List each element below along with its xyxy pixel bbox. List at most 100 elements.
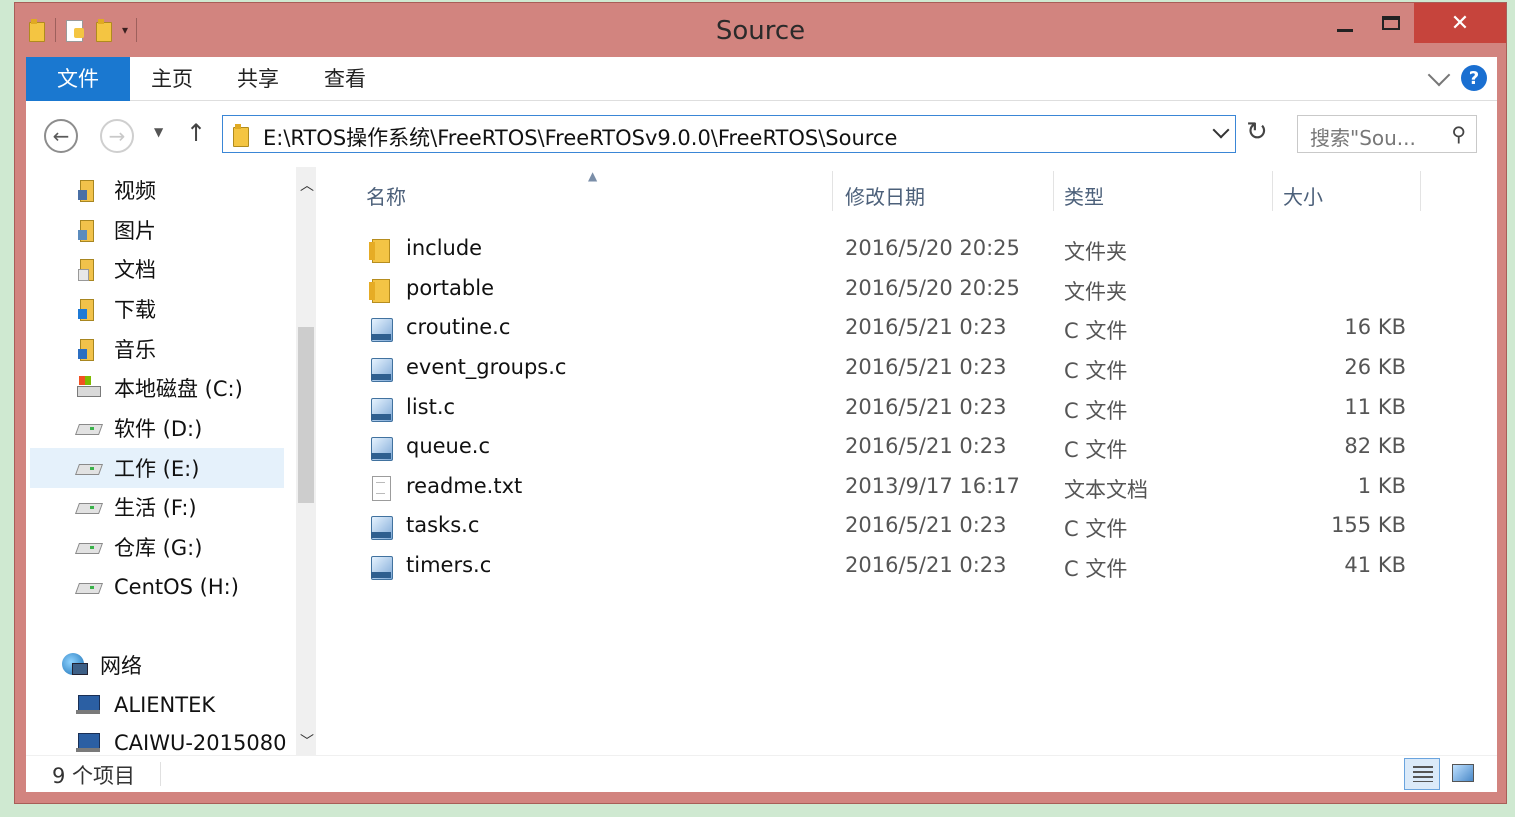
- nav-item-pictures[interactable]: 图片: [76, 210, 156, 250]
- c-file-icon: [368, 514, 394, 540]
- nav-item-alientek[interactable]: ALIENTEK: [76, 685, 215, 725]
- nav-item-downloads[interactable]: 下载: [76, 289, 156, 329]
- file-row[interactable]: readme.txt 2013/9/17 16:17 文本文档 1 KB: [356, 469, 1416, 507]
- file-row[interactable]: event_groups.c 2016/5/21 0:23 C 文件 26 KB: [356, 350, 1416, 388]
- search-icon[interactable]: ⚲: [1451, 122, 1466, 146]
- network-icon: [62, 653, 88, 677]
- file-date: 2016/5/20 20:25: [845, 236, 1020, 260]
- file-row[interactable]: tasks.c 2016/5/21 0:23 C 文件 155 KB: [356, 508, 1416, 546]
- c-file-icon: [368, 554, 394, 580]
- search-placeholder: 搜索"Sou...: [1310, 126, 1416, 150]
- drive-icon: [76, 416, 100, 440]
- scroll-up-icon[interactable]: ︿: [300, 175, 314, 195]
- large-icons-view-icon: [1452, 764, 1474, 782]
- file-row[interactable]: include 2016/5/20 20:25 文件夹: [356, 231, 1416, 269]
- maximize-button[interactable]: [1368, 3, 1414, 43]
- file-name: list.c: [406, 395, 456, 419]
- folder-icon: [368, 237, 394, 263]
- content-area: 视频 图片 文档 下载 音乐 本地磁盘 (C:) 软件 (D:) 工作 (E:)…: [26, 167, 1497, 755]
- explorer-window: ▾ Source ✕ 文件 主页 共享 查看 ? ← → ▼ ↑ E:\RTOS…: [14, 2, 1507, 804]
- file-size: 26 KB: [1344, 355, 1406, 379]
- file-name: portable: [406, 276, 494, 300]
- help-icon[interactable]: ?: [1461, 65, 1487, 91]
- back-button[interactable]: ←: [44, 119, 78, 153]
- nav-item-drive-f[interactable]: 生活 (F:): [76, 487, 197, 527]
- file-date: 2016/5/20 20:25: [845, 276, 1020, 300]
- up-button[interactable]: ↑: [186, 119, 206, 147]
- ribbon-tabs: 文件 主页 共享 查看 ?: [26, 57, 1497, 101]
- file-type: C 文件: [1064, 359, 1128, 383]
- file-date: 2016/5/21 0:23: [845, 355, 1007, 379]
- file-name: tasks.c: [406, 513, 480, 537]
- nav-item-drive-c[interactable]: 本地磁盘 (C:): [76, 368, 243, 408]
- window-title: Source: [715, 16, 806, 46]
- scroll-down-icon[interactable]: ﹀: [300, 731, 314, 751]
- details-view-button[interactable]: [1404, 758, 1440, 790]
- drive-icon: [76, 456, 100, 480]
- tab-view[interactable]: 查看: [317, 57, 373, 101]
- file-date: 2016/5/21 0:23: [845, 553, 1007, 577]
- file-name: event_groups.c: [406, 355, 567, 379]
- downloads-library-icon: [76, 297, 100, 321]
- scrollbar-thumb[interactable]: [298, 327, 314, 503]
- file-name: timers.c: [406, 553, 492, 577]
- file-size: 1 KB: [1357, 474, 1406, 498]
- file-row[interactable]: timers.c 2016/5/21 0:23 C 文件 41 KB: [356, 548, 1416, 586]
- computer-icon: [76, 693, 100, 717]
- tab-home[interactable]: 主页: [144, 57, 200, 101]
- file-type: 文件夹: [1064, 280, 1127, 304]
- file-row[interactable]: portable 2016/5/20 20:25 文件夹: [356, 271, 1416, 309]
- column-header-size[interactable]: 大小: [1283, 181, 1323, 211]
- address-path[interactable]: E:\RTOS操作系统\FreeRTOS\FreeRTOSv9.0.0\Free…: [263, 122, 897, 152]
- file-date: 2013/9/17 16:17: [845, 474, 1020, 498]
- file-type: C 文件: [1064, 438, 1128, 462]
- file-row[interactable]: croutine.c 2016/5/21 0:23 C 文件 16 KB: [356, 310, 1416, 348]
- file-size: 82 KB: [1344, 434, 1406, 458]
- file-row[interactable]: list.c 2016/5/21 0:23 C 文件 11 KB: [356, 390, 1416, 428]
- folder-icon: [368, 277, 394, 303]
- file-type: 文件夹: [1064, 240, 1127, 264]
- expand-ribbon-icon[interactable]: [1427, 63, 1451, 87]
- nav-item-documents[interactable]: 文档: [76, 249, 156, 289]
- tab-share[interactable]: 共享: [230, 57, 286, 101]
- folder-icon: [231, 124, 251, 147]
- address-dropdown-icon[interactable]: [1212, 121, 1230, 139]
- column-header-type[interactable]: 类型: [1064, 181, 1104, 211]
- nav-item-drive-g[interactable]: 仓库 (G:): [76, 527, 202, 567]
- file-row[interactable]: queue.c 2016/5/21 0:23 C 文件 82 KB: [356, 429, 1416, 467]
- file-date: 2016/5/21 0:23: [845, 434, 1007, 458]
- file-date: 2016/5/21 0:23: [845, 315, 1007, 339]
- close-button[interactable]: ✕: [1414, 3, 1506, 43]
- nav-item-drive-d[interactable]: 软件 (D:): [76, 408, 202, 448]
- large-icons-view-button[interactable]: [1446, 758, 1482, 790]
- file-size: 16 KB: [1344, 315, 1406, 339]
- nav-item-drive-h[interactable]: CentOS (H:): [76, 567, 239, 607]
- file-name: include: [406, 236, 483, 260]
- nav-item-music[interactable]: 音乐: [76, 329, 156, 369]
- computer-icon: [76, 731, 100, 755]
- c-file-icon: [368, 435, 394, 461]
- nav-item-network[interactable]: 网络: [62, 645, 142, 685]
- minimize-button[interactable]: [1322, 3, 1368, 43]
- item-count: 9 个项目: [52, 764, 136, 788]
- file-type: C 文件: [1064, 319, 1128, 343]
- music-library-icon: [76, 337, 100, 361]
- search-input[interactable]: 搜索"Sou... ⚲: [1297, 115, 1477, 153]
- nav-scrollbar[interactable]: ︿ ﹀: [296, 167, 316, 755]
- nav-item-drive-e[interactable]: 工作 (E:): [30, 448, 284, 488]
- file-size: 155 KB: [1331, 513, 1406, 537]
- drive-icon: [76, 575, 100, 599]
- address-bar[interactable]: E:\RTOS操作系统\FreeRTOS\FreeRTOSv9.0.0\Free…: [222, 115, 1236, 153]
- file-name: readme.txt: [406, 474, 523, 498]
- column-header-date[interactable]: 修改日期: [845, 181, 925, 211]
- tab-file[interactable]: 文件: [26, 57, 130, 101]
- column-header-name[interactable]: 名称: [366, 181, 406, 211]
- refresh-icon[interactable]: ↻: [1246, 117, 1268, 147]
- title-bar[interactable]: ▾ Source ✕: [15, 3, 1506, 57]
- recent-locations-icon[interactable]: ▼: [154, 125, 163, 139]
- file-type: 文本文档: [1064, 478, 1148, 502]
- forward-button[interactable]: →: [100, 119, 134, 153]
- drive-icon: [76, 535, 100, 559]
- file-size: 11 KB: [1344, 395, 1406, 419]
- nav-item-videos[interactable]: 视频: [76, 170, 156, 210]
